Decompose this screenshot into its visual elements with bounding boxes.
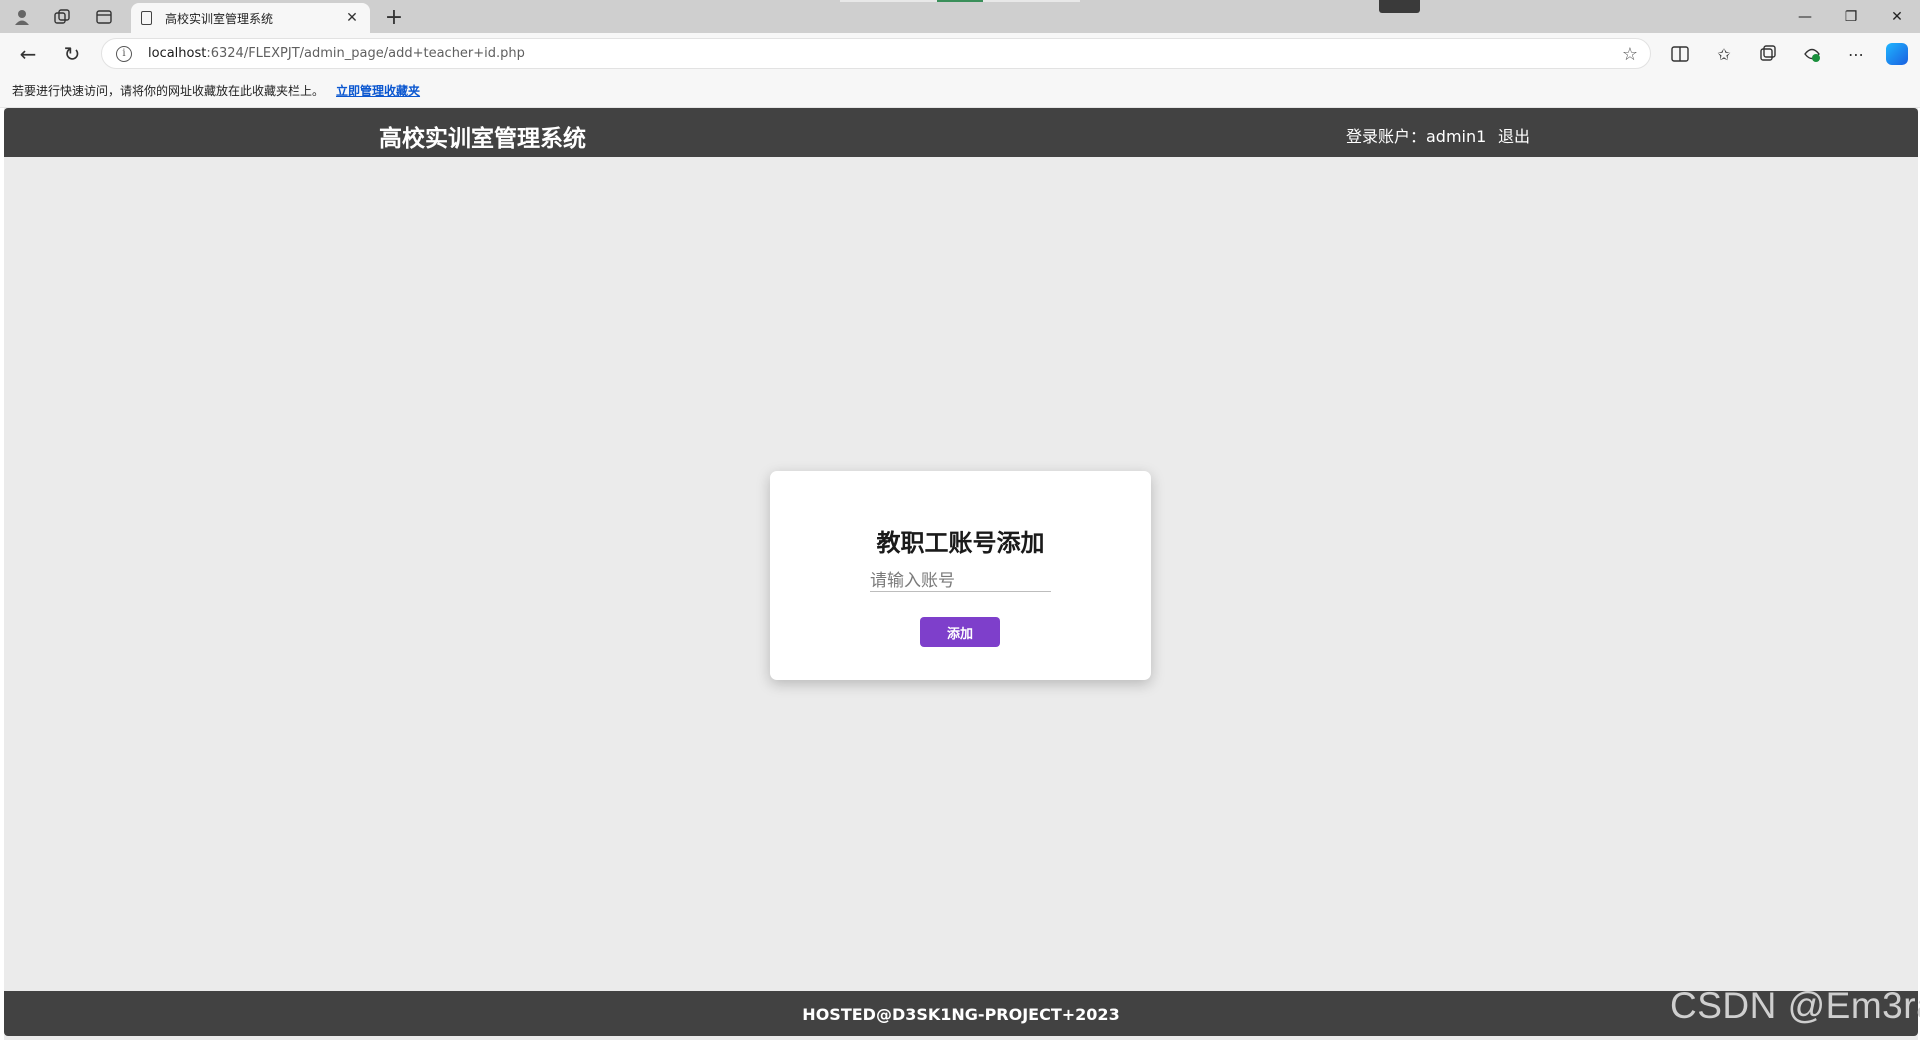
- tab-title: 高校实训室管理系统: [165, 11, 274, 26]
- account-label: 登录账户：admin1: [1346, 127, 1487, 146]
- add-teacher-card: 教职工账号添加 添加: [770, 471, 1151, 680]
- app-footer: HOSTED@D3SK1NG-PROJECT+2023: [4, 991, 1918, 1036]
- minimize-icon[interactable]: —: [1782, 0, 1828, 33]
- app-title: 高校实训室管理系统: [379, 126, 586, 152]
- collections-icon[interactable]: [1754, 42, 1782, 66]
- browser-tab-active[interactable]: 高校实训室管理系统 ✕: [131, 3, 370, 33]
- browser-nav-bar: ← ↻ i localhost :6324/FLEXPJT/admin_page…: [0, 33, 1920, 74]
- app-header: 高校实训室管理系统 登录账户：admin1 退出: [4, 108, 1918, 157]
- back-arrow-icon[interactable]: ←: [12, 38, 44, 70]
- page-viewport: 高校实训室管理系统 登录账户：admin1 退出 教职工账号添加 添加 HOST…: [4, 108, 1918, 1040]
- close-window-icon[interactable]: ✕: [1874, 0, 1920, 33]
- watermark: CSDN @Em3ra: [1670, 985, 1920, 1026]
- favorites-icon[interactable]: ✩: [1710, 42, 1738, 66]
- browser-title-bar: 高校实训室管理系统 ✕ + — ❐ ✕: [0, 0, 1920, 33]
- window-thumbnail: [1379, 0, 1420, 13]
- card-title: 教职工账号添加: [876, 529, 1045, 557]
- tab-strip-indicator-active: [937, 0, 983, 2]
- restore-icon[interactable]: ❐: [1828, 0, 1874, 33]
- account-input[interactable]: [870, 570, 1051, 592]
- site-info-icon[interactable]: i: [116, 45, 132, 62]
- split-screen-icon[interactable]: [1666, 42, 1694, 66]
- new-tab-icon[interactable]: +: [380, 4, 408, 30]
- url-host: localhost: [148, 46, 207, 61]
- favorite-star-icon[interactable]: ☆: [1622, 44, 1638, 65]
- favorites-bar: 若要进行快速访问，请将你的网址收藏放在此收藏夹栏上。 立即管理收藏夹: [0, 74, 1920, 108]
- copilot-icon[interactable]: [1886, 43, 1908, 65]
- workspaces-icon[interactable]: [48, 5, 76, 29]
- close-tab-icon[interactable]: ✕: [344, 10, 360, 26]
- logout-link[interactable]: 退出: [1498, 123, 1530, 147]
- more-options-icon[interactable]: ⋯: [1842, 42, 1870, 66]
- manage-favorites-link[interactable]: 立即管理收藏夹: [336, 82, 420, 99]
- browser-essentials-icon[interactable]: [1798, 42, 1826, 66]
- footer-text: HOSTED@D3SK1NG-PROJECT+2023: [802, 1005, 1120, 1024]
- profile-icon[interactable]: [8, 5, 36, 29]
- page-icon: [141, 11, 152, 25]
- add-button[interactable]: 添加: [920, 617, 1000, 647]
- vertical-tabs-icon[interactable]: [90, 5, 118, 29]
- url-path: :6324/FLEXPJT/admin_page/add+teacher+id.…: [206, 46, 525, 61]
- refresh-icon[interactable]: ↻: [56, 38, 88, 70]
- favorites-bar-message: 若要进行快速访问，请将你的网址收藏放在此收藏夹栏上。: [12, 84, 325, 98]
- address-bar[interactable]: i localhost :6324/FLEXPJT/admin_page/add…: [101, 38, 1651, 69]
